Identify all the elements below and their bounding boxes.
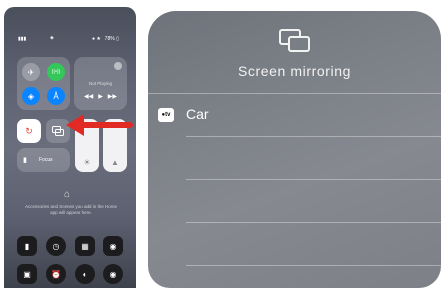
- focus-icon: ▮: [23, 157, 27, 164]
- red-arrow-annotation: [66, 114, 133, 136]
- orientation-lock-button[interactable]: ↻: [17, 119, 41, 143]
- focus-button[interactable]: ▮ Focus: [17, 148, 70, 172]
- dark-mode-icon: ◐: [82, 269, 88, 279]
- airplane-mode-icon[interactable]: ✈: [22, 63, 40, 81]
- flashlight-button[interactable]: ▮: [17, 236, 37, 256]
- brightness-icon: ☀: [83, 158, 91, 167]
- device-row-car[interactable]: ●tv Car: [148, 95, 441, 135]
- alarm-icon: ⏰: [51, 269, 61, 279]
- volume-icon: ▲: [111, 158, 119, 167]
- status-bar: ▮▮▮ ◈ ● ★ 78% ▯: [4, 35, 136, 45]
- previous-track-icon[interactable]: ◀◀: [84, 93, 93, 100]
- screen-mirroring-panel: Screen mirroring ●tv Car: [148, 11, 441, 288]
- divider: [148, 93, 441, 94]
- cellular-signal-icon: ▮▮▮: [18, 36, 27, 42]
- cellular-data-icon[interactable]: ((•)): [47, 63, 65, 81]
- divider: [186, 222, 441, 223]
- apple-tv-icon: ●tv: [158, 108, 174, 122]
- flashlight-icon: ▮: [24, 241, 30, 251]
- next-track-icon[interactable]: ▶▶: [108, 93, 117, 100]
- screen-mirroring-icon: [279, 29, 310, 52]
- status-battery-text: ● ★ 78% ▯: [92, 36, 119, 42]
- dark-mode-button[interactable]: ◐: [75, 264, 95, 284]
- timer-icon: ◷: [52, 241, 60, 251]
- divider: [186, 265, 441, 266]
- screen-mirroring-icon: [52, 126, 64, 136]
- home-icon: ⌂: [64, 189, 71, 200]
- divider: [186, 179, 441, 180]
- screen-record-button[interactable]: ◉: [103, 264, 123, 284]
- calculator-button[interactable]: ▦: [75, 236, 95, 256]
- media-controls: ◀◀ ▶ ▶▶: [84, 93, 117, 100]
- focus-label: Focus: [39, 157, 53, 163]
- panel-title: Screen mirroring: [237, 63, 352, 79]
- calculator-icon: ▦: [81, 241, 89, 251]
- camera-icon: ◉: [109, 241, 117, 251]
- camera-button[interactable]: ◉: [103, 236, 123, 256]
- airplay-icon[interactable]: [114, 62, 122, 70]
- device-name: Car: [186, 106, 209, 122]
- now-playing-label: Not Playing: [88, 81, 112, 86]
- wifi-icon[interactable]: ◈: [22, 87, 40, 105]
- bluetooth-icon[interactable]: Å: [47, 87, 65, 105]
- record-icon: ◉: [109, 269, 117, 279]
- timer-button[interactable]: ◷: [46, 236, 66, 256]
- wifi-status-icon: ◈: [50, 35, 54, 41]
- play-icon[interactable]: ▶: [98, 93, 103, 100]
- divider: [186, 136, 441, 137]
- now-playing-module[interactable]: Not Playing ◀◀ ▶ ▶▶: [74, 57, 127, 110]
- qr-scanner-icon: ▣: [23, 269, 31, 279]
- home-accessories-text: Accessories and Scenes you add in the Ho…: [24, 204, 118, 215]
- alarm-button[interactable]: ⏰: [46, 264, 66, 284]
- code-scanner-button[interactable]: ▣: [17, 264, 37, 284]
- connectivity-module: ✈ ((•)) ◈ Å: [17, 57, 70, 110]
- orientation-lock-icon: ↻: [25, 125, 33, 136]
- control-center: ▮▮▮ ◈ ● ★ 78% ▯ ✈ ((•)) ◈ Å Not Playing …: [4, 7, 136, 288]
